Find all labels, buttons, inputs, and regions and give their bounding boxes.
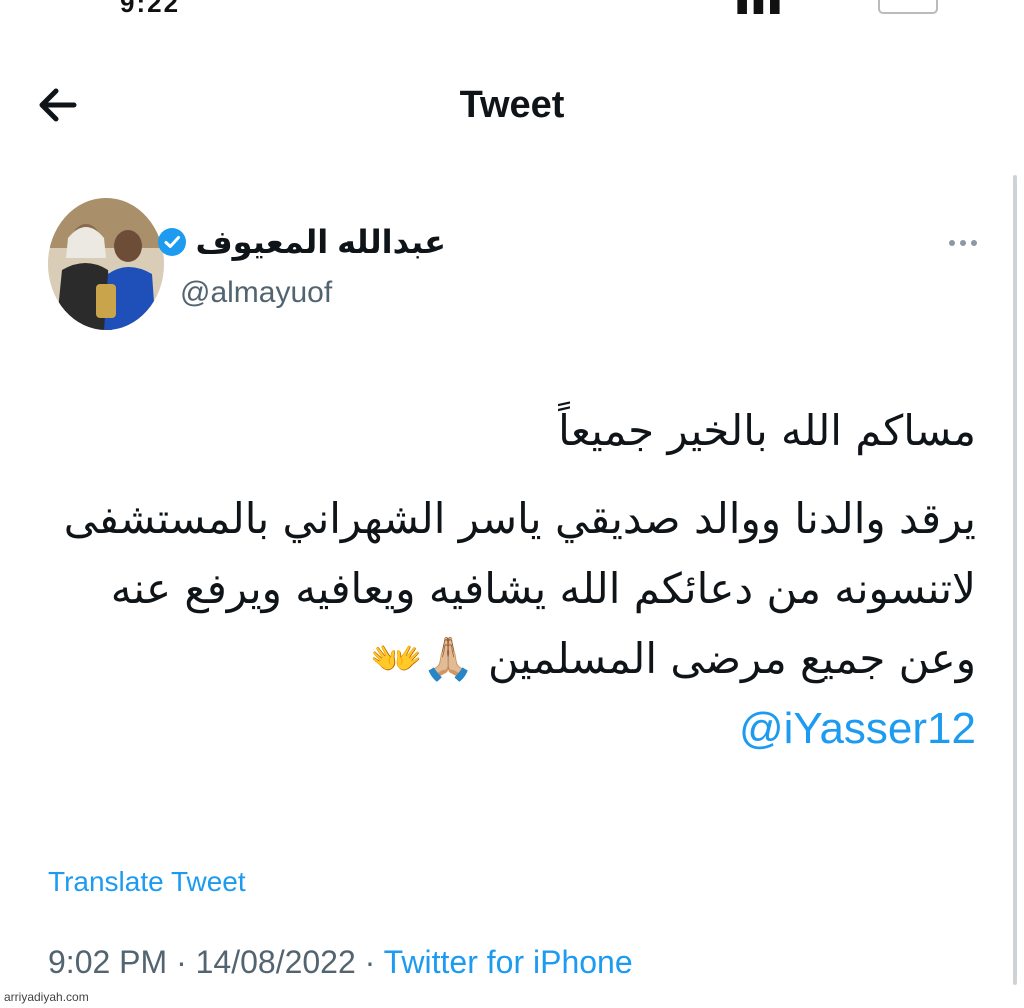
more-dots-icon xyxy=(971,240,977,246)
tweet-line: لاتنسونه من دعائكم الله يشافيه ويعافيه و… xyxy=(110,564,976,613)
tweet-time: 9:02 PM xyxy=(48,944,168,980)
status-time-fragment: 9:22 xyxy=(120,0,180,14)
status-bar: 9:22 ▮▮▮ xyxy=(0,0,1024,14)
more-options-button[interactable] xyxy=(938,230,988,256)
tweet-author: عبدالله المعيوف @almayuof xyxy=(48,198,988,338)
tweet-line: يرقد والدنا ووالد صديقي ياسر الشهراني با… xyxy=(63,494,976,543)
battery-icon xyxy=(878,0,938,14)
tweet-date: 14/08/2022 xyxy=(195,944,356,980)
top-bar: Tweet xyxy=(0,70,1024,140)
page-title: Tweet xyxy=(459,84,565,126)
watermark: arriyadiyah.com xyxy=(4,990,89,1004)
avatar[interactable] xyxy=(48,198,164,330)
display-name-row[interactable]: عبدالله المعيوف xyxy=(157,222,446,262)
tweet-line: مساكم الله بالخير جميعاً xyxy=(558,406,976,455)
verified-badge-icon xyxy=(158,228,187,256)
tweet-source-link[interactable]: Twitter for iPhone xyxy=(384,944,633,980)
meta-separator: · xyxy=(176,944,187,980)
translate-tweet-link[interactable]: Translate Tweet xyxy=(48,866,246,898)
more-dots-icon xyxy=(960,240,966,246)
signal-icon: ▮▮▮ xyxy=(735,0,784,14)
more-dots-icon xyxy=(949,240,955,246)
scrollbar[interactable] xyxy=(1013,175,1017,985)
tweet-text: مساكم الله بالخير جميعاً يرقد والدنا ووا… xyxy=(46,396,976,764)
mention-link[interactable]: @iYasser12 xyxy=(739,704,976,753)
avatar-photo xyxy=(48,198,164,330)
meta-separator: · xyxy=(364,944,376,980)
tweet-meta: 9:02 PM · 14/08/2022 · Twitter for iPhon… xyxy=(48,944,633,981)
tweet-line: وعن جميع مرضى المسلمين 🙏🏼👐 xyxy=(370,634,976,683)
user-handle[interactable]: @almayuof xyxy=(180,276,332,310)
display-name: عبدالله المعيوف xyxy=(195,224,446,260)
